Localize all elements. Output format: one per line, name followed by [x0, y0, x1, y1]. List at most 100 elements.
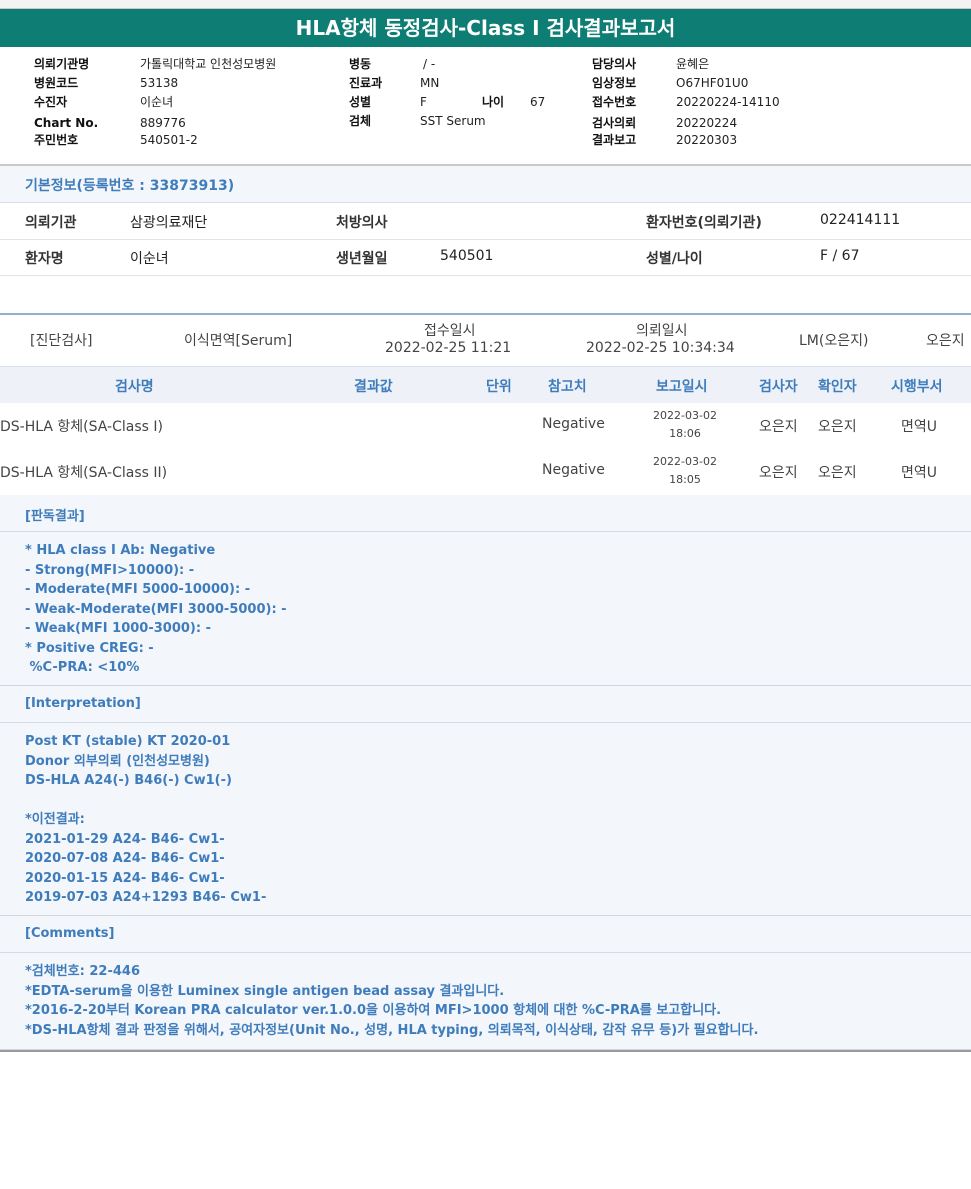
- interpretation-header: [Interpretation]: [0, 686, 971, 723]
- field-label: 생년월일: [336, 251, 388, 267]
- reading-result-header: [판독결과]: [0, 495, 971, 532]
- comments-title: [Comments]: [25, 926, 115, 941]
- column-header-department: 시행부서: [891, 379, 943, 395]
- interpretation-title: [Interpretation]: [25, 696, 141, 711]
- header-label: 주민번호: [34, 133, 79, 147]
- header-label: 접수번호: [592, 95, 637, 109]
- received-datetime: 2022-02-25 11:21: [385, 340, 512, 356]
- interpretation-body: Post KT (stable) KT 2020-01 Donor 외부의뢰 (…: [0, 723, 971, 916]
- field-label: 의뢰기관: [25, 215, 77, 231]
- checker-name: 오은지: [818, 419, 857, 435]
- received-label: 접수일시: [424, 323, 476, 339]
- header-label: 검사의뢰: [592, 116, 637, 130]
- header-label: 나이: [482, 95, 505, 109]
- header-value: SST Serum: [420, 114, 486, 128]
- header-value: 윤혜은: [676, 57, 710, 71]
- basic-info-header: 기본정보(등록번호 : 33873913): [0, 166, 971, 203]
- reading-result-body: * HLA class I Ab: Negative - Strong(MFI>…: [0, 532, 971, 686]
- header-value: F: [420, 95, 427, 109]
- lab-manager: LM(오은지): [799, 333, 869, 349]
- requested-label: 의뢰일시: [636, 323, 688, 339]
- exam-info-bar: [진단검사] 이식면역[Serum] 접수일시 2022-02-25 11:21…: [0, 313, 971, 367]
- comments-body: *검체번호: 22-446 *EDTA-serum을 이용한 Luminex s…: [0, 953, 971, 1050]
- test-reference: Negative: [542, 462, 605, 478]
- requested-datetime: 2022-02-25 10:34:34: [586, 340, 735, 356]
- comment-line: *DS-HLA항체 결과 판정을 위해서, 공여자정보(Unit No., 성명…: [25, 1022, 759, 1038]
- basic-info-row: 의뢰기관 삼광의료재단 처방의사 환자번호(의뢰기관) 022414111: [0, 203, 971, 240]
- reading-line: - Weak-Moderate(MFI 3000-5000): -: [25, 601, 287, 617]
- header-value: O67HF01U0: [676, 76, 749, 90]
- results-table-header: 검사명 결과값 단위 참고치 보고일시 검사자 확인자 시행부서: [0, 366, 971, 404]
- comment-line: *검체번호: 22-446: [25, 964, 140, 979]
- column-header-report-time: 보고일시: [656, 379, 708, 395]
- field-value: 이순녀: [130, 251, 169, 267]
- tester-name: 오은지: [759, 419, 798, 435]
- table-row[interactable]: DS-HLA 항체(SA-Class II) Negative 2022-03-…: [0, 449, 971, 496]
- column-header-reference: 참고치: [548, 379, 587, 395]
- field-label: 처방의사: [336, 215, 388, 231]
- field-value: 540501: [440, 248, 494, 264]
- report-title: HLA항체 동정검사-Class I 검사결과보고서: [0, 9, 971, 47]
- report-time: 18:05: [669, 473, 701, 486]
- reading-line: * HLA class I Ab: Negative: [25, 543, 216, 558]
- interpretation-line: 2021-01-29 A24- B46- Cw1-: [25, 831, 225, 847]
- report-time: 18:06: [669, 427, 701, 440]
- interpretation-line: *이전결과:: [25, 812, 85, 827]
- interpretation-line: 2019-07-03 A24+1293 B46- Cw1-: [25, 890, 267, 905]
- reading-result-title: [판독결과]: [25, 509, 85, 524]
- column-header-name: 검사명: [115, 379, 154, 395]
- report-date: 2022-03-02: [653, 409, 717, 422]
- interpretation-line: Donor 외부의뢰 (인천성모병원): [25, 753, 210, 769]
- basic-info-title: 기본정보(등록번호 : 33873913): [25, 178, 235, 194]
- exam-category: [진단검사]: [30, 333, 93, 349]
- tester-name: 오은지: [759, 465, 798, 481]
- header-value: 20220224: [676, 116, 738, 130]
- interpretation-line: 2020-01-15 A24- B46- Cw1-: [25, 870, 225, 886]
- header-label: 결과보고: [592, 133, 637, 147]
- field-value: 삼광의료재단: [130, 215, 208, 231]
- test-name: DS-HLA 항체(SA-Class II): [0, 465, 168, 481]
- interpretation-line: DS-HLA A24(-) B46(-) Cw1(-): [25, 773, 232, 788]
- reading-line: %C-PRA: <10%: [25, 660, 140, 675]
- test-reference: Negative: [542, 416, 605, 432]
- checker-name: 오은지: [818, 465, 857, 481]
- interpretation-line: 2020-07-08 A24- B46- Cw1-: [25, 851, 225, 866]
- report-header-info: 의뢰기관명 가톨릭대학교 인천성모병원 병원코드 53138 수진자 이순녀 C…: [0, 48, 971, 166]
- header-value: 가톨릭대학교 인천성모병원: [140, 57, 277, 71]
- table-row[interactable]: DS-HLA 항체(SA-Class I) Negative 2022-03-0…: [0, 403, 971, 450]
- reading-line: - Moderate(MFI 5000-10000): -: [25, 582, 251, 597]
- header-label: 담당의사: [592, 57, 637, 71]
- header-label: 검체: [349, 114, 372, 128]
- field-value: 022414111: [820, 212, 901, 228]
- header-value: 540501-2: [140, 133, 198, 147]
- report-bottom-border: [0, 1050, 971, 1052]
- field-value: F / 67: [820, 248, 860, 264]
- header-label: Chart No.: [34, 116, 99, 130]
- test-name: DS-HLA 항체(SA-Class I): [0, 419, 163, 435]
- basic-info-section: 기본정보(등록번호 : 33873913) 의뢰기관 삼광의료재단 처방의사 환…: [0, 166, 971, 276]
- field-label: 환자명: [25, 251, 64, 267]
- header-value: 20220224-14110: [676, 95, 780, 109]
- column-header-unit: 단위: [486, 379, 512, 395]
- header-label: 의뢰기관명: [34, 57, 90, 71]
- header-label: 병동: [349, 57, 372, 71]
- basic-info-row: 환자명 이순녀 생년월일 540501 성별/나이 F / 67: [0, 239, 971, 276]
- header-value: 889776: [140, 116, 186, 130]
- exam-person: 오은지: [926, 333, 965, 349]
- exam-name: 이식면역[Serum]: [184, 333, 293, 349]
- field-label: 성별/나이: [646, 251, 703, 267]
- header-label: 임상정보: [592, 76, 637, 90]
- column-header-result: 결과값: [354, 379, 393, 395]
- comments-header: [Comments]: [0, 916, 971, 953]
- comment-line: *2016-2-20부터 Korean PRA calculator ver.1…: [25, 1003, 722, 1018]
- header-value: 53138: [140, 76, 179, 90]
- interpretation-line: Post KT (stable) KT 2020-01: [25, 734, 231, 749]
- header-value: 20220303: [676, 133, 738, 147]
- report-date: 2022-03-02: [653, 455, 717, 468]
- header-label: 진료과: [349, 76, 383, 90]
- department: 면역U: [901, 465, 938, 481]
- header-label: 병원코드: [34, 76, 79, 90]
- department: 면역U: [901, 419, 938, 435]
- header-label: 수진자: [34, 95, 68, 109]
- header-value: 이순녀: [140, 95, 174, 109]
